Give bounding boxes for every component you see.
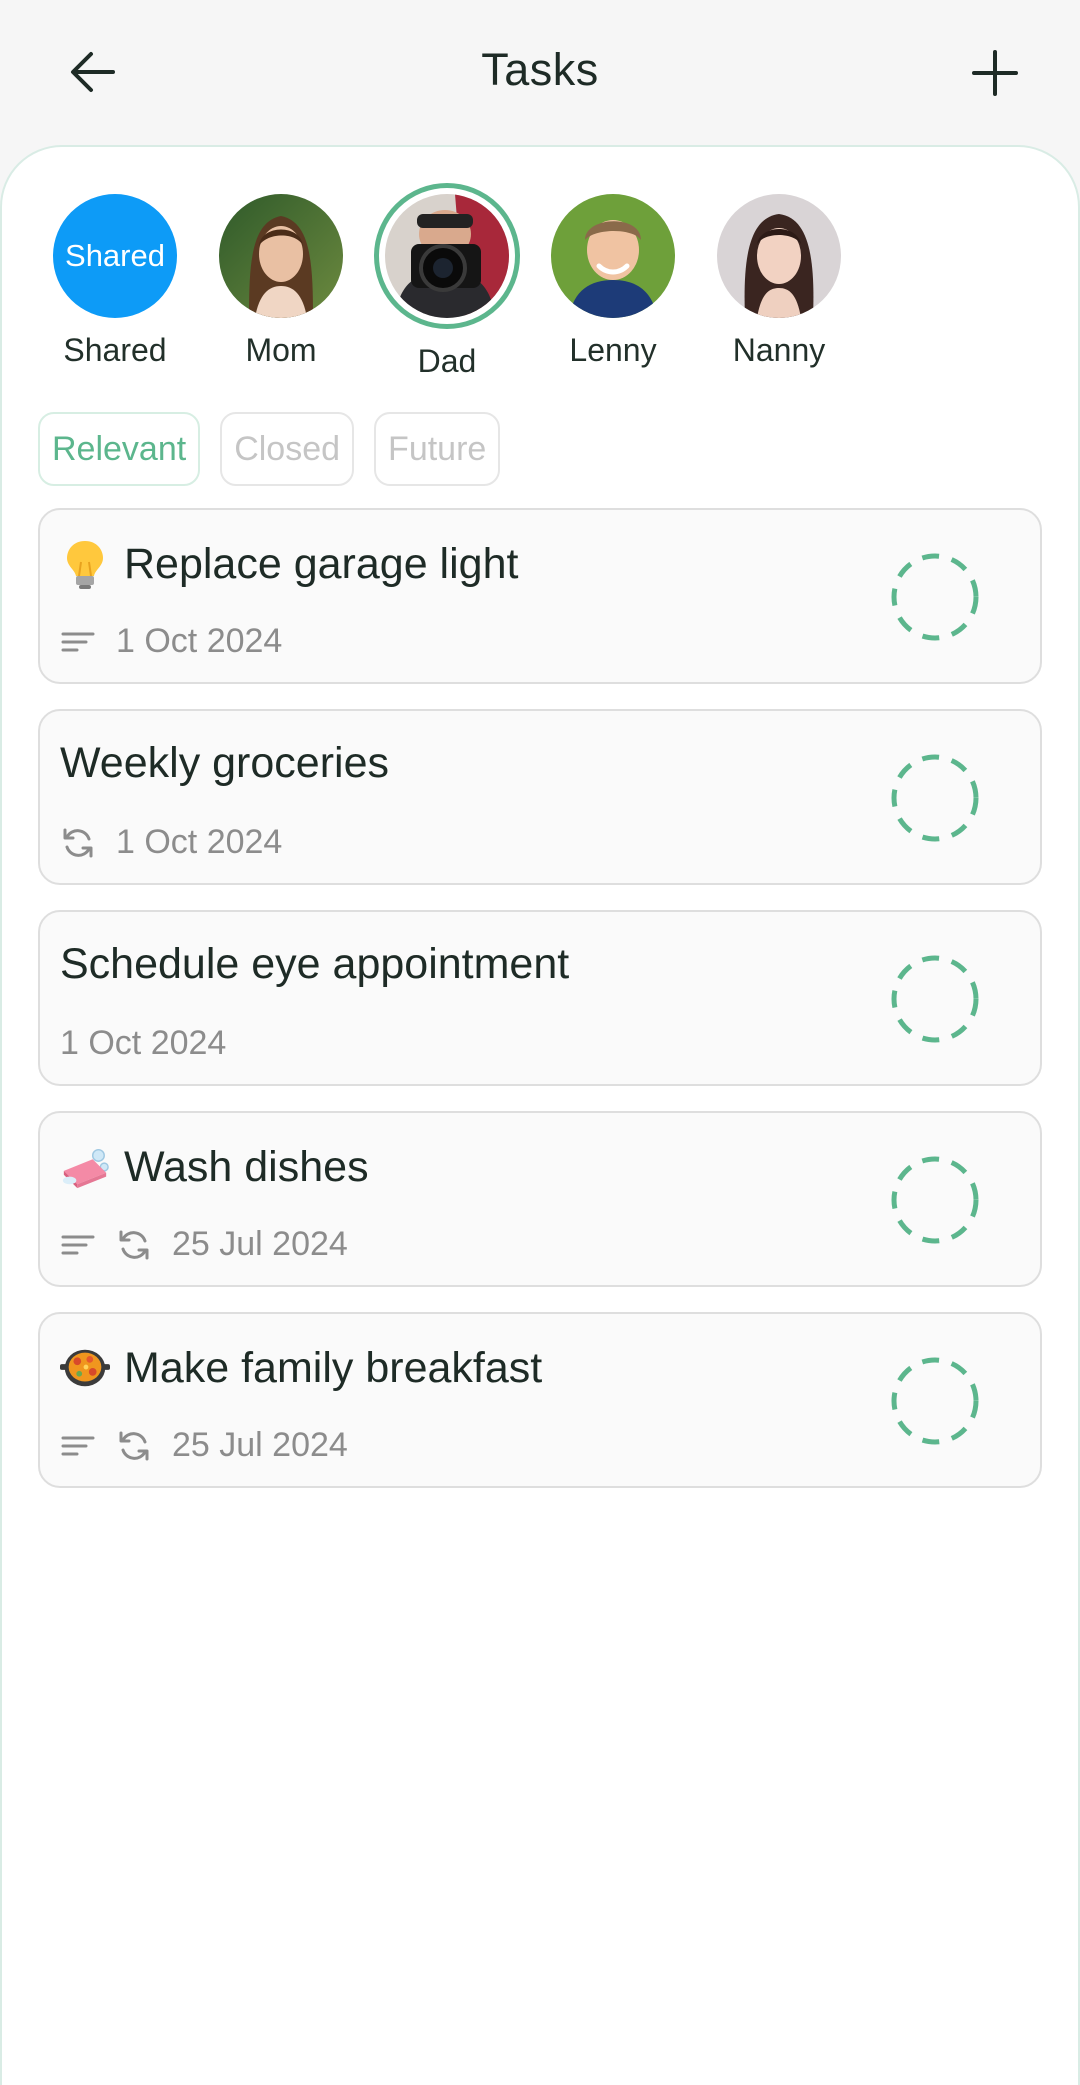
description-icon xyxy=(60,1227,96,1263)
task-date: 25 Jul 2024 xyxy=(172,1426,348,1464)
filter-relevant[interactable]: Relevant xyxy=(38,412,201,486)
page-title: Tasks xyxy=(481,44,599,95)
dashed-circle-icon xyxy=(891,754,979,842)
task-complete-toggle[interactable] xyxy=(890,552,980,642)
person-dad[interactable]: Dad xyxy=(372,183,522,380)
avatar xyxy=(717,194,841,318)
task-title: Weekly groceries xyxy=(60,739,389,787)
person-name: Nanny xyxy=(732,332,826,368)
task-complete-toggle[interactable] xyxy=(890,753,980,843)
task-title: Wash dishes xyxy=(124,1142,369,1191)
task-title: Make family breakfast xyxy=(124,1343,543,1392)
person-shared[interactable]: Shared Shared xyxy=(40,192,190,369)
people-selector: Shared Shared Mom Dad Lenny Nanny xyxy=(40,183,1040,392)
task-complete-toggle[interactable] xyxy=(890,954,980,1044)
task-card[interactable]: Make family breakfast 25 Jul 2024 xyxy=(38,1312,1042,1488)
shared-avatar-text: Shared xyxy=(65,238,165,273)
top-bar: Tasks xyxy=(0,0,1080,145)
task-title: Schedule eye appointment xyxy=(60,940,570,988)
plus-icon xyxy=(972,50,1018,96)
filter-future[interactable]: Future xyxy=(374,412,501,486)
person-name: Dad xyxy=(417,343,477,379)
task-date: 1 Oct 2024 xyxy=(116,622,283,660)
nanny-photo xyxy=(717,194,841,318)
description-icon xyxy=(60,624,96,660)
dashed-circle-icon xyxy=(891,1357,979,1445)
person-mom[interactable]: Mom xyxy=(206,192,356,369)
avatar xyxy=(551,194,675,318)
avatar xyxy=(219,194,343,318)
task-complete-toggle[interactable] xyxy=(890,1155,980,1245)
person-name: Mom xyxy=(245,332,317,368)
shared-avatar: Shared xyxy=(53,194,177,318)
task-card[interactable]: Wash dishes 25 Jul 2024 xyxy=(38,1111,1042,1287)
task-date: 1 Oct 2024 xyxy=(60,1024,227,1062)
task-card[interactable]: Schedule eye appointment 1 Oct 2024 xyxy=(38,910,1042,1086)
task-card[interactable]: Replace garage light 1 Oct 2024 xyxy=(38,508,1042,684)
mom-photo xyxy=(219,194,343,318)
repeat-icon xyxy=(60,825,96,861)
add-task-button[interactable] xyxy=(960,38,1030,108)
person-name: Lenny xyxy=(569,332,657,368)
description-icon xyxy=(60,1428,96,1464)
task-date: 25 Jul 2024 xyxy=(172,1225,348,1263)
repeat-icon xyxy=(116,1428,152,1464)
dad-photo xyxy=(385,194,509,318)
task-card[interactable]: Weekly groceries 1 Oct 2024 xyxy=(38,709,1042,885)
task-complete-toggle[interactable] xyxy=(890,1356,980,1446)
paella-pan-icon xyxy=(60,1342,110,1394)
person-name: Shared xyxy=(63,332,167,368)
person-nanny[interactable]: Nanny xyxy=(704,192,854,369)
task-date: 1 Oct 2024 xyxy=(116,823,283,861)
dashed-circle-icon xyxy=(891,1156,979,1244)
soap-icon xyxy=(60,1141,110,1193)
light-bulb-icon xyxy=(60,538,110,590)
dashed-circle-icon xyxy=(891,553,979,641)
filter-tabs: Relevant Closed Future xyxy=(38,412,501,486)
filter-closed[interactable]: Closed xyxy=(220,412,355,486)
avatar-selected xyxy=(374,183,520,329)
dashed-circle-icon xyxy=(891,955,979,1043)
lenny-photo xyxy=(551,194,675,318)
repeat-icon xyxy=(116,1227,152,1263)
person-lenny[interactable]: Lenny xyxy=(538,192,688,369)
task-title: Replace garage light xyxy=(124,539,519,588)
